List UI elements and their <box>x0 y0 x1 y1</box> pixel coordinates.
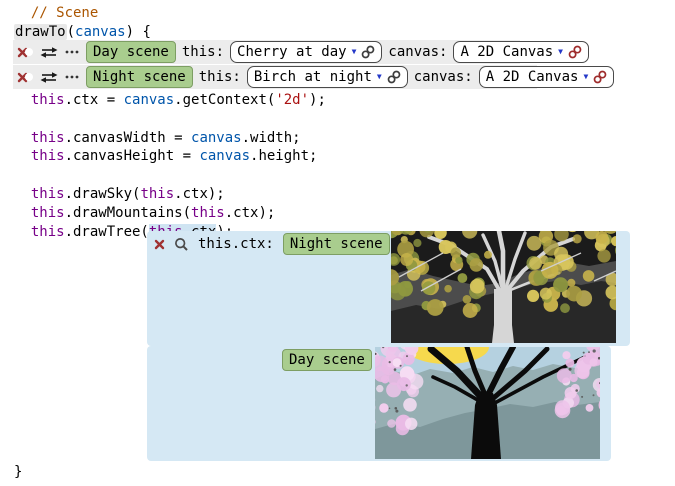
canvas-argument-dropdown[interactable]: A 2D Canvas ▼ <box>453 41 589 63</box>
canvas-preview-day <box>375 347 600 459</box>
dropdown-arrow-icon: ▼ <box>558 48 563 56</box>
dropdown-value: A 2D Canvas <box>460 44 553 60</box>
canvas-label: canvas: <box>414 69 473 85</box>
this-label: this: <box>199 69 241 85</box>
dropdown-value: Cherry at day <box>237 44 347 60</box>
probe-panel-night: this.ctx: Night scene <box>147 231 630 346</box>
example-name-badge[interactable]: Night scene <box>86 66 193 88</box>
link-icon-red[interactable] <box>593 70 607 84</box>
dropdown-arrow-icon: ▼ <box>377 73 382 81</box>
probe-header: this.ctx: Night scene <box>154 234 390 254</box>
probe-panel-day: Day scene <box>147 346 611 461</box>
link-icon[interactable] <box>361 45 375 59</box>
more-options-icon[interactable] <box>64 74 80 80</box>
link-icon-red[interactable] <box>568 45 582 59</box>
swap-arrows-icon[interactable] <box>40 71 58 84</box>
dropdown-value: Birch at night <box>254 69 372 85</box>
more-options-icon[interactable] <box>64 49 80 55</box>
this-argument-dropdown[interactable]: Birch at night ▼ <box>247 66 408 88</box>
dropdown-arrow-icon: ▼ <box>352 48 357 56</box>
this-label: this: <box>182 44 224 60</box>
swap-arrows-icon[interactable] <box>40 46 58 59</box>
dropdown-arrow-icon: ▼ <box>583 73 588 81</box>
probe-example-badge[interactable]: Day scene <box>282 349 372 371</box>
canvas-label: canvas: <box>388 44 447 60</box>
code-block-body[interactable]: this.ctx = canvas.getContext('2d'); this… <box>14 91 326 241</box>
example-row-night: Night scene this: Birch at night ▼ canva… <box>13 65 537 89</box>
magnifier-icon[interactable] <box>174 237 189 252</box>
dropdown-value: A 2D Canvas <box>486 69 579 85</box>
example-row-day: Day scene this: Cherry at day ▼ canvas: … <box>13 40 520 64</box>
link-icon[interactable] <box>387 70 401 84</box>
probe-expression: this.ctx: <box>198 236 274 252</box>
example-name-badge[interactable]: Day scene <box>86 41 176 63</box>
this-argument-dropdown[interactable]: Cherry at day ▼ <box>230 41 382 63</box>
code-block-close[interactable]: } <box>14 463 22 482</box>
babylonian-editor: // ScenedrawTo(canvas) { this.ctx = canv… <box>0 0 675 486</box>
code-block-top[interactable]: // ScenedrawTo(canvas) { <box>14 4 151 42</box>
probe-example-badge[interactable]: Night scene <box>283 233 390 255</box>
probe-close-icon[interactable] <box>154 239 165 250</box>
canvas-preview-night <box>391 231 616 343</box>
canvas-argument-dropdown[interactable]: A 2D Canvas ▼ <box>479 66 615 88</box>
